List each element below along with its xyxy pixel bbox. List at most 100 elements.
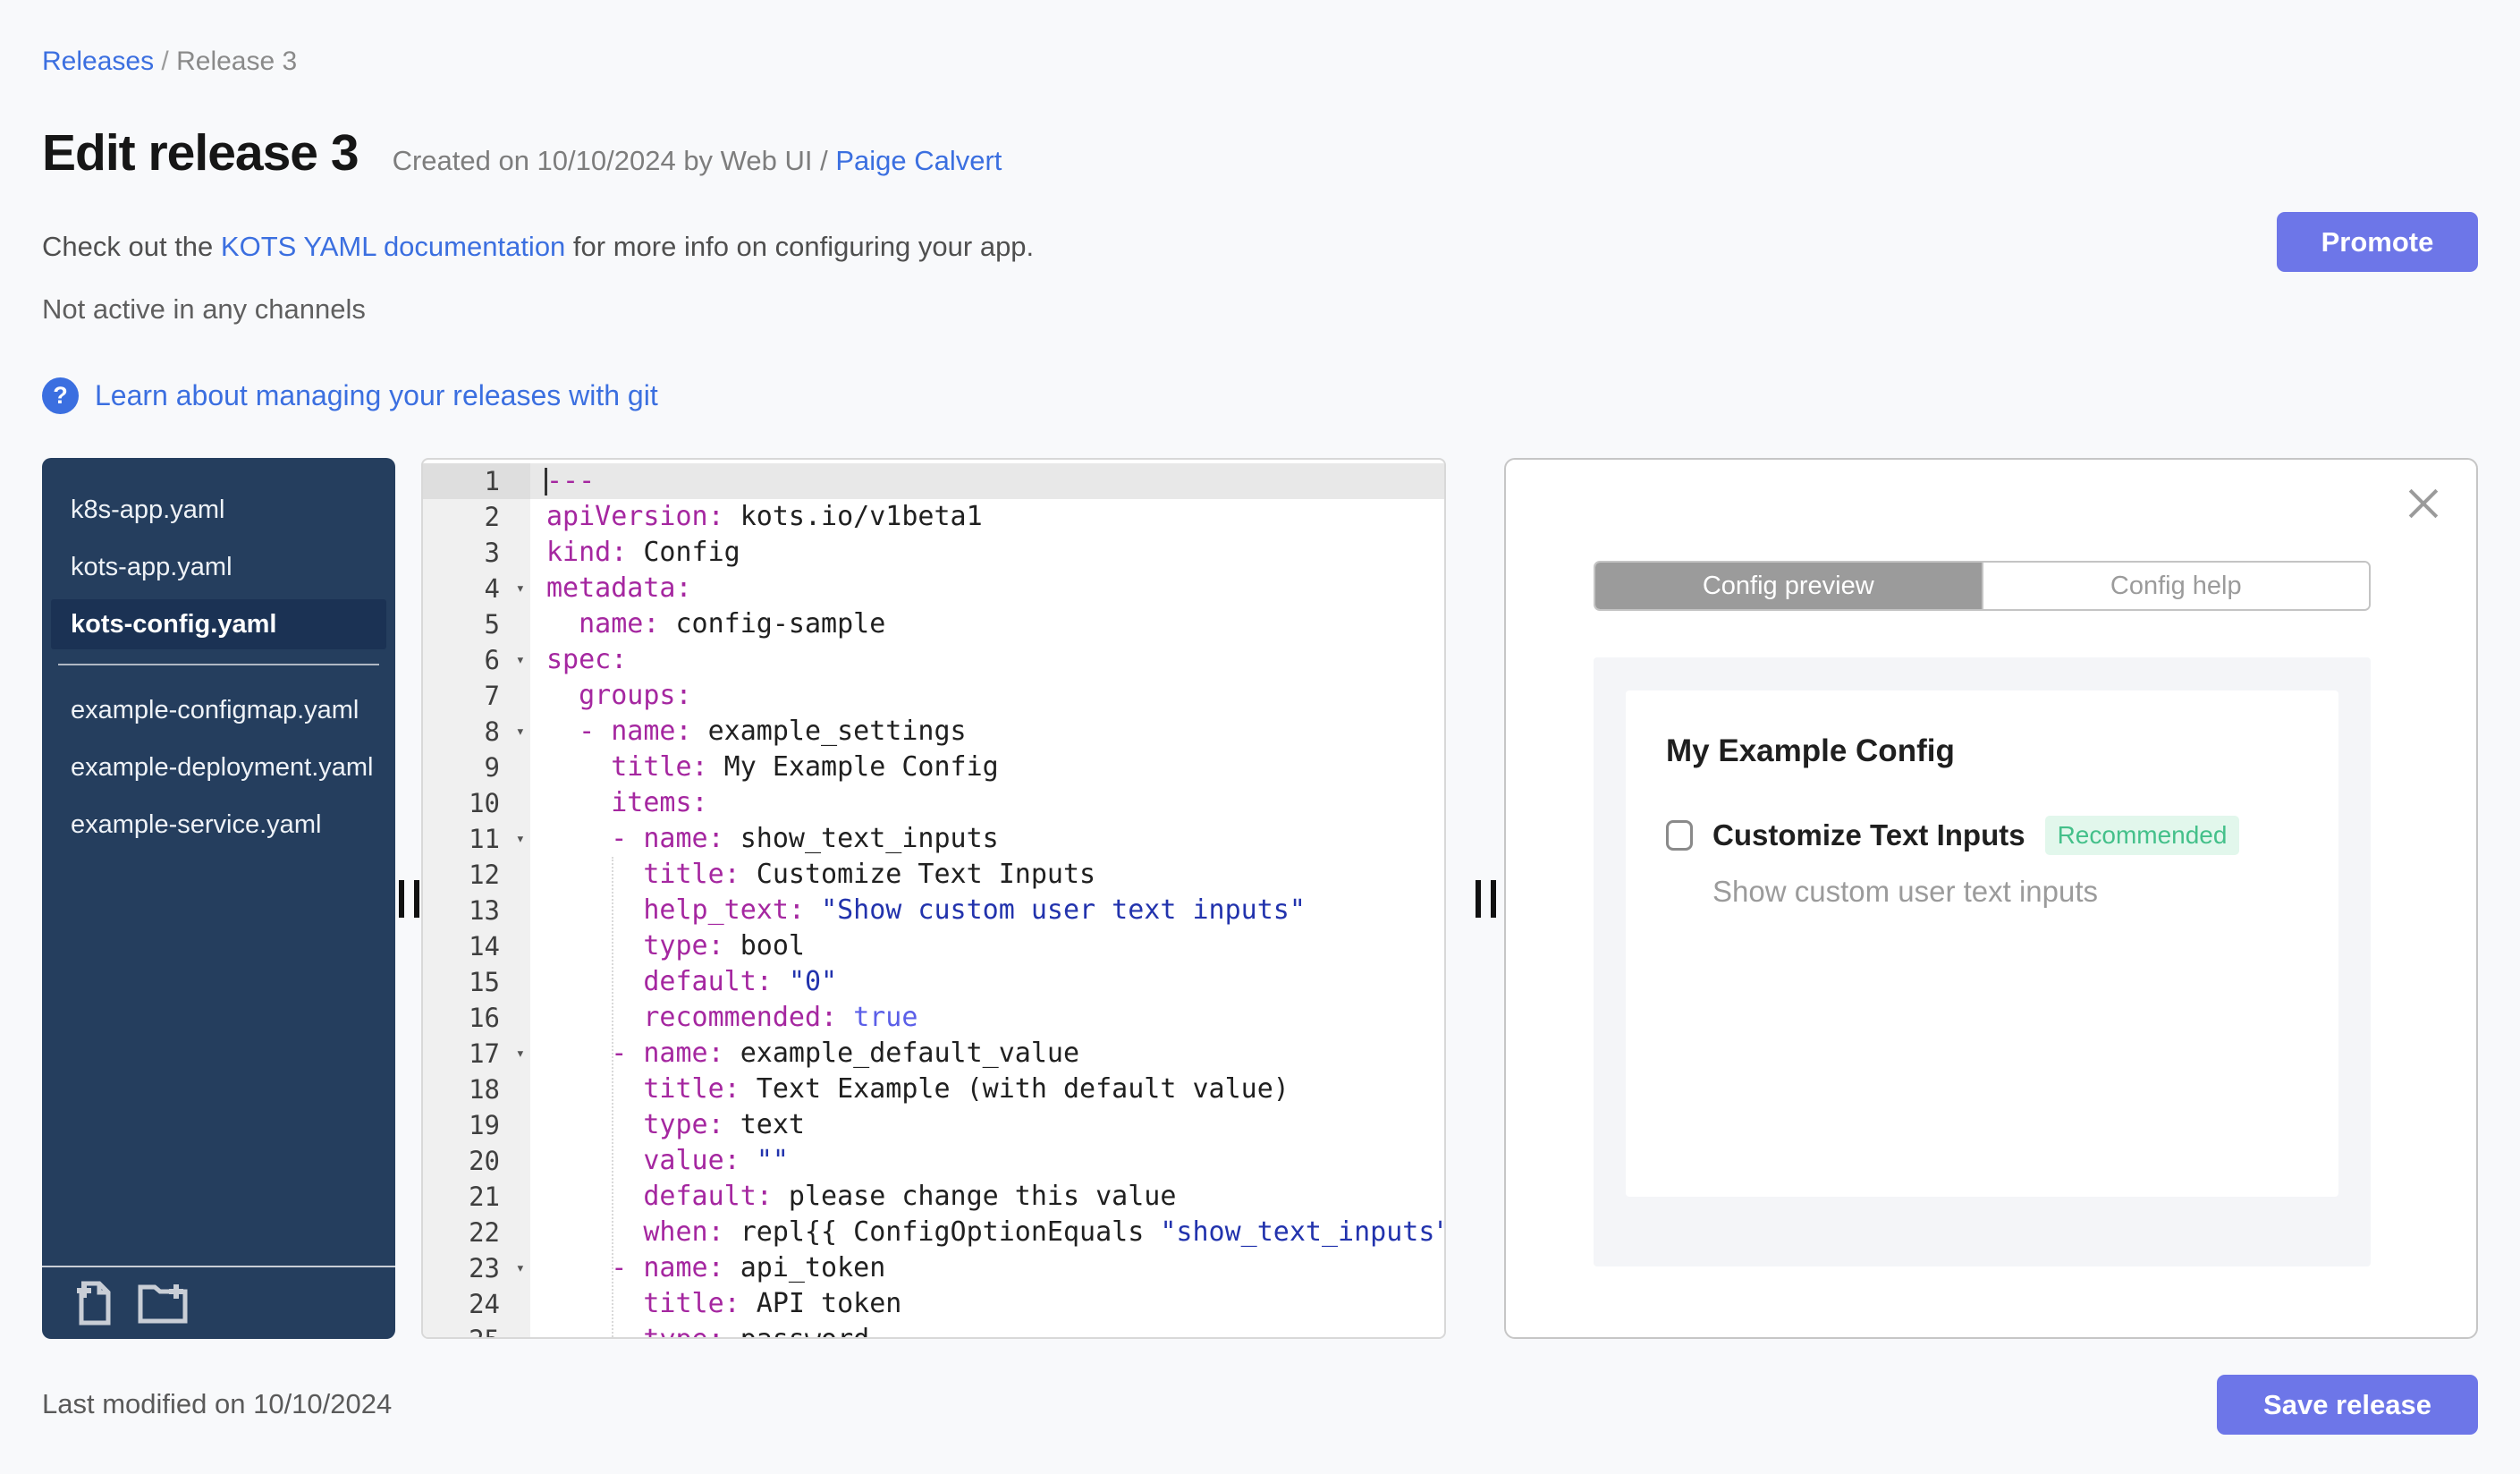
code-line-14[interactable]: 14 type: bool xyxy=(423,928,1444,964)
recommended-badge: Recommended xyxy=(2044,816,2240,855)
code-text: items: xyxy=(611,787,708,818)
git-releases-link[interactable]: Learn about managing your releases with … xyxy=(95,379,658,412)
code-line-22[interactable]: 22 when: repl{{ ConfigOptionEquals "show… xyxy=(423,1215,1444,1250)
fold-arrow-icon[interactable]: ▾ xyxy=(516,642,525,678)
line-number: 9 xyxy=(423,750,530,785)
line-number: 10 xyxy=(423,785,530,821)
editor-resize-handle[interactable] xyxy=(1473,458,1498,1339)
code-line-10[interactable]: 10 items: xyxy=(423,785,1444,821)
line-number: 17 ▾ xyxy=(423,1036,530,1072)
code-line-20[interactable]: 20 value: "" xyxy=(423,1143,1444,1179)
code-line-5[interactable]: 5 name: config-sample xyxy=(423,606,1444,642)
fold-arrow-icon[interactable]: ▾ xyxy=(516,1036,525,1072)
fold-arrow-icon[interactable]: ▾ xyxy=(516,571,525,606)
code-line-18[interactable]: 18 title: Text Example (with default val… xyxy=(423,1072,1444,1107)
code-line-16[interactable]: 16 recommended: true xyxy=(423,1000,1444,1036)
code-editor[interactable]: 1 --- 2 apiVersion: kots.io/v1beta1 3 kind: C… xyxy=(421,458,1446,1339)
title-row: Edit release 3 Created on 10/10/2024 by … xyxy=(42,123,1002,182)
code-text: recommended: true xyxy=(643,1002,918,1033)
code-line-24[interactable]: 24 title: API token xyxy=(423,1286,1444,1322)
file-item-kots-app.yaml[interactable]: kots-app.yaml xyxy=(51,542,386,592)
help-icon[interactable]: ? xyxy=(42,377,79,414)
code-line-9[interactable]: 9 title: My Example Config xyxy=(423,750,1444,785)
code-text: kind: Config xyxy=(546,537,740,568)
config-preview-panel: Config preview Config help My Example Con… xyxy=(1504,458,2478,1339)
customize-text-inputs-checkbox[interactable] xyxy=(1666,820,1693,851)
code-text: metadata: xyxy=(546,572,692,604)
file-sidebar: k8s-app.yaml kots-app.yaml kots-config.yam… xyxy=(42,458,395,1339)
code-line-3[interactable]: 3 kind: Config xyxy=(423,535,1444,571)
line-number: 12 xyxy=(423,857,530,893)
created-author-link[interactable]: Paige Calvert xyxy=(835,145,1002,176)
code-line-23[interactable]: 23 ▾ - name: api_token xyxy=(423,1250,1444,1286)
code-text: help_text: "Show custom user text inputs… xyxy=(643,894,1306,926)
file-list-top: k8s-app.yaml kots-app.yaml kots-config.yam… xyxy=(42,485,395,649)
workspace: k8s-app.yaml kots-app.yaml kots-config.yam… xyxy=(42,458,2478,1339)
sidebar-resize-handle[interactable] xyxy=(396,458,421,1339)
fold-arrow-icon[interactable]: ▾ xyxy=(516,1250,525,1286)
line-number: 3 xyxy=(423,535,530,571)
code-line-4[interactable]: 4 ▾ metadata: xyxy=(423,571,1444,606)
breadcrumb-separator: / xyxy=(154,47,177,76)
file-item-example-service.yaml[interactable]: example-service.yaml xyxy=(51,800,386,850)
add-folder-icon[interactable] xyxy=(137,1282,189,1325)
tab-config-preview[interactable]: Config preview xyxy=(1595,563,1982,609)
kots-yaml-docs-link[interactable]: KOTS YAML documentation xyxy=(221,231,565,262)
config-preview-area: My Example Config Customize Text Inputs … xyxy=(1594,657,2371,1266)
code-line-15[interactable]: 15 default: "0" xyxy=(423,964,1444,1000)
line-number: 13 xyxy=(423,893,530,928)
line-number: 14 xyxy=(423,928,530,964)
line-number: 16 xyxy=(423,1000,530,1036)
code-text: spec: xyxy=(546,644,628,675)
config-item-help-text: Show custom user text inputs xyxy=(1712,875,2099,908)
code-line-2[interactable]: 2 apiVersion: kots.io/v1beta1 xyxy=(423,499,1444,535)
release-editor-page: Releases / Release 3 Edit release 3 Crea… xyxy=(0,0,2520,1474)
code-line-8[interactable]: 8 ▾ - name: example_settings xyxy=(423,714,1444,750)
code-line-6[interactable]: 6 ▾ spec: xyxy=(423,642,1444,678)
line-number: 25 xyxy=(423,1322,530,1337)
line-number: 11 ▾ xyxy=(423,821,530,857)
code-line-13[interactable]: 13 help_text: "Show custom user text inp… xyxy=(423,893,1444,928)
code-text: apiVersion: kots.io/v1beta1 xyxy=(546,501,983,532)
breadcrumb: Releases / Release 3 xyxy=(42,47,297,77)
fold-arrow-icon[interactable]: ▾ xyxy=(516,821,525,857)
close-icon[interactable] xyxy=(2406,487,2440,521)
last-modified-text: Last modified on 10/10/2024 xyxy=(42,1388,393,1419)
file-item-kots-config.yaml[interactable]: kots-config.yaml xyxy=(51,599,386,649)
code-line-17[interactable]: 17 ▾ - name: example_default_value xyxy=(423,1036,1444,1072)
config-item-label: Customize Text Inputs xyxy=(1712,818,2025,851)
code-text: name: config-sample xyxy=(579,608,886,640)
code-text: - name: example_default_value xyxy=(611,1038,1080,1069)
file-item-k8s-app.yaml[interactable]: k8s-app.yaml xyxy=(51,485,386,535)
code-line-19[interactable]: 19 type: text xyxy=(423,1107,1444,1143)
code-text: default: "0" xyxy=(643,966,838,997)
channels-status: Not active in any channels xyxy=(42,293,366,325)
code-line-21[interactable]: 21 default: please change this value xyxy=(423,1179,1444,1215)
line-number: 7 xyxy=(423,678,530,714)
file-item-example-deployment.yaml[interactable]: example-deployment.yaml xyxy=(51,742,386,792)
created-text: Created on 10/10/2024 by Web UI / Paige … xyxy=(393,145,1002,177)
code-line-1[interactable]: 1 --- xyxy=(423,463,1444,499)
breadcrumb-releases-link[interactable]: Releases xyxy=(42,47,154,76)
code-line-7[interactable]: 7 groups: xyxy=(423,678,1444,714)
code-text: when: repl{{ ConfigOptionEquals "show_te… xyxy=(643,1216,1446,1248)
docs-suffix: for more info on configuring your app. xyxy=(565,231,1035,262)
git-help-row: ? Learn about managing your releases wit… xyxy=(42,377,658,414)
line-number: 4 ▾ xyxy=(423,571,530,606)
code-line-11[interactable]: 11 ▾ - name: show_text_inputs xyxy=(423,821,1444,857)
save-release-button[interactable]: Save release xyxy=(2217,1375,2478,1435)
line-number: 19 xyxy=(423,1107,530,1143)
code-line-25[interactable]: 25 type: password xyxy=(423,1322,1444,1337)
code-text: default: please change this value xyxy=(643,1181,1177,1212)
code-text: type: bool xyxy=(643,930,805,961)
created-prefix: Created on 10/10/2024 by Web UI / xyxy=(392,145,836,176)
tab-config-help[interactable]: Config help xyxy=(1981,563,2369,609)
add-file-icon[interactable] xyxy=(74,1280,114,1326)
fold-arrow-icon[interactable]: ▾ xyxy=(516,714,525,750)
promote-button[interactable]: Promote xyxy=(2277,212,2478,272)
code-text: title: Text Example (with default value) xyxy=(643,1073,1290,1105)
indent-guide xyxy=(612,857,613,1337)
file-item-example-configmap.yaml[interactable]: example-configmap.yaml xyxy=(51,685,386,735)
code-line-12[interactable]: 12 title: Customize Text Inputs xyxy=(423,857,1444,893)
config-group-title: My Example Config xyxy=(1666,733,1955,768)
